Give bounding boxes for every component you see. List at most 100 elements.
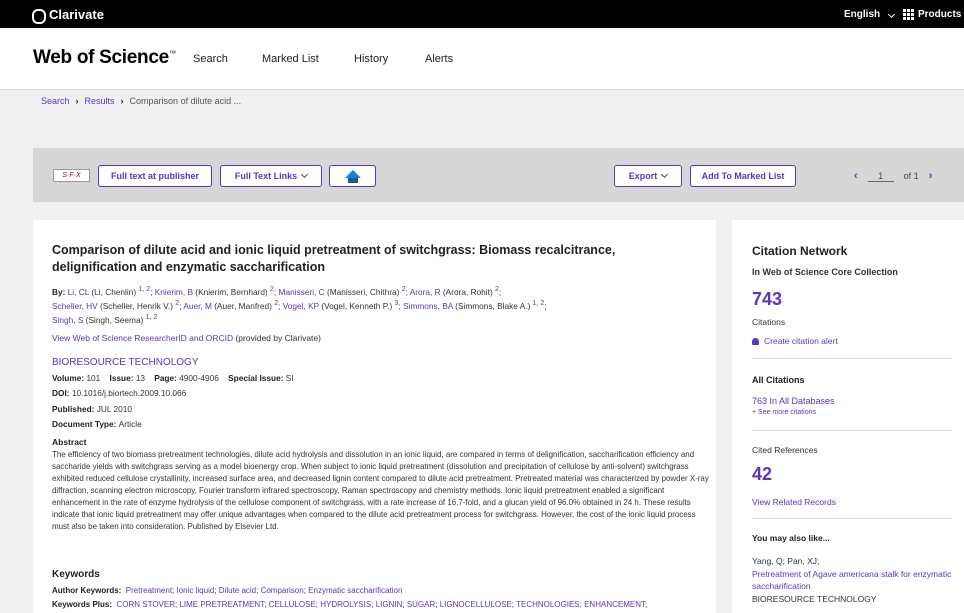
author-full-name: (Vogel, Kenneth P.) bbox=[319, 300, 395, 311]
upload-button[interactable] bbox=[329, 165, 376, 187]
bell-icon bbox=[752, 338, 759, 345]
language-label: English bbox=[844, 9, 881, 20]
author-link[interactable]: Manisseri, C bbox=[279, 287, 325, 297]
top-bar: Clarivate English Products bbox=[0, 0, 964, 28]
author-link[interactable]: Auer, M bbox=[183, 301, 212, 311]
special-issue-value: SI bbox=[285, 373, 294, 383]
recommendation-title-link[interactable]: Pretreatment of Agave americana stalk fo… bbox=[752, 568, 952, 592]
page-input[interactable]: 1 bbox=[867, 171, 894, 182]
nav-marked-list[interactable]: Marked List bbox=[262, 53, 319, 65]
author-link[interactable]: Singh, S bbox=[52, 314, 83, 324]
keyword-link[interactable]: LIGNIN bbox=[376, 600, 403, 609]
keyword-link[interactable]: CELLULOSE bbox=[269, 600, 316, 609]
export-button[interactable]: Export bbox=[614, 165, 682, 187]
author-link[interactable]: Knierim, B bbox=[155, 287, 193, 297]
doi-row: DOI: 10.1016/j.biortech.2009.10.066 bbox=[52, 388, 186, 398]
view-related-records-link[interactable]: View Related Records bbox=[752, 497, 836, 507]
keyword-link[interactable]: HYDROLYSIS bbox=[320, 600, 371, 609]
breadcrumb-search[interactable]: Search bbox=[41, 96, 70, 106]
issue-value: 13 bbox=[135, 373, 146, 383]
nav-alerts[interactable]: Alerts bbox=[425, 53, 453, 65]
clarivate-brand: Clarivate bbox=[49, 7, 104, 22]
clarivate-logo[interactable]: Clarivate bbox=[32, 7, 104, 24]
keyword-link[interactable]: LIME PRETREATMENT bbox=[179, 600, 264, 609]
prev-page-icon[interactable]: ‹ bbox=[854, 170, 858, 182]
keyword-link[interactable]: Pretreatment bbox=[126, 586, 172, 595]
citations-count[interactable]: 743 bbox=[752, 289, 782, 310]
keywords-heading: Keywords bbox=[52, 569, 100, 580]
author-link[interactable]: Simmons, BA bbox=[403, 301, 453, 311]
keywords-plus-label: Keywords Plus: bbox=[52, 600, 113, 609]
chevron-down-icon bbox=[661, 170, 669, 179]
see-more-citations-link[interactable]: + See more citations bbox=[752, 409, 816, 416]
grid-icon bbox=[903, 9, 914, 20]
journal-link[interactable]: BIORESOURCE TECHNOLOGY bbox=[52, 357, 199, 368]
divider bbox=[752, 430, 952, 431]
nav-history[interactable]: History bbox=[354, 53, 388, 65]
by-label: By: bbox=[52, 286, 66, 297]
create-citation-alert[interactable]: Create citation alert bbox=[752, 336, 838, 346]
full-text-links-button[interactable]: Full Text Links bbox=[220, 165, 322, 187]
nav-search[interactable]: Search bbox=[193, 53, 228, 65]
author-link[interactable]: Scheller, HV bbox=[52, 301, 98, 311]
author-full-name: (Arora, Rohit) bbox=[440, 286, 496, 297]
create-citation-alert-label: Create citation alert bbox=[764, 336, 838, 346]
export-label: Export bbox=[628, 171, 658, 181]
researcher-id-row: View Web of Science ResearcherID and ORC… bbox=[52, 333, 321, 343]
keyword-link[interactable]: LIGNOCELLULOSE bbox=[440, 600, 512, 609]
core-collection-label: In Web of Science Core Collection bbox=[752, 267, 898, 277]
keyword-link[interactable]: CORN STOVER bbox=[116, 600, 175, 609]
keyword-link[interactable]: Dilute acid bbox=[219, 586, 256, 595]
products-menu[interactable]: Products bbox=[903, 9, 961, 20]
doctype-label: Document Type: bbox=[52, 419, 117, 429]
keyword-link[interactable]: Enzymatic saccharification bbox=[308, 586, 402, 595]
author-full-name: (Scheller, Henrik V.) bbox=[97, 300, 176, 311]
researcher-id-provider: (provided by Clarivate) bbox=[233, 333, 321, 343]
abstract-heading: Abstract bbox=[52, 437, 87, 447]
upload-arrow-icon bbox=[344, 170, 361, 183]
author-affiliation-ref[interactable]: 1, 2 bbox=[138, 286, 150, 293]
doi-value: 10.1016/j.biortech.2009.10.066 bbox=[71, 388, 187, 398]
author-link[interactable]: Arora, R bbox=[410, 287, 441, 297]
divider bbox=[752, 358, 952, 359]
add-marked-list-label: Add To Marked List bbox=[701, 171, 785, 181]
next-page-icon[interactable]: › bbox=[929, 170, 933, 182]
author-link[interactable]: Li, CL bbox=[68, 287, 89, 297]
breadcrumb: Search › Results › Comparison of dilute … bbox=[41, 96, 241, 106]
volume-value: 101 bbox=[86, 373, 101, 383]
published-row: Published: JUL 2010 bbox=[52, 404, 132, 414]
researcher-id-link[interactable]: View Web of Science ResearcherID and ORC… bbox=[52, 333, 233, 343]
divider bbox=[752, 518, 952, 519]
author-full-name: (Li, Chenlin) bbox=[89, 286, 139, 297]
abstract-text: The efficiency of two biomass pretreatme… bbox=[52, 450, 709, 531]
page-label: Page: bbox=[154, 373, 177, 383]
author-affiliation-ref[interactable]: 1, 2 bbox=[146, 314, 158, 321]
language-selector[interactable]: English bbox=[844, 9, 895, 20]
author-keywords-row: Author Keywords: Pretreatment; Ionic liq… bbox=[52, 586, 402, 595]
volume-row: Volume: 101 Issue: 13 Page: 4900-4906 Sp… bbox=[52, 373, 294, 383]
full-text-publisher-button[interactable]: Full text at publisher bbox=[98, 165, 212, 187]
wos-logo[interactable]: Web of Science™ bbox=[33, 47, 176, 69]
keyword-link[interactable]: Ionic liquid bbox=[177, 586, 215, 595]
cited-references-count[interactable]: 42 bbox=[752, 464, 772, 485]
page-total: of 1 bbox=[903, 171, 919, 181]
breadcrumb-separator: › bbox=[75, 96, 79, 106]
author-affiliation-ref[interactable]: 1, 2 bbox=[533, 300, 545, 307]
add-marked-list-button[interactable]: Add To Marked List bbox=[690, 165, 796, 187]
keyword-link[interactable]: Comparison bbox=[261, 586, 304, 595]
keyword-link[interactable]: SUGAR bbox=[407, 600, 435, 609]
author-link[interactable]: Vogel, KP bbox=[283, 301, 319, 311]
you-may-also-like-heading: You may also like... bbox=[752, 533, 830, 543]
keywords-plus-row: Keywords Plus: CORN STOVER; LIME PRETREA… bbox=[52, 600, 647, 609]
author-full-name: (Singh, Seema) bbox=[83, 314, 146, 325]
keyword-link[interactable]: TECHNOLOGIES bbox=[516, 600, 580, 609]
keyword-link[interactable]: ENHANCEMENT bbox=[584, 600, 645, 609]
full-text-links-label: Full Text Links bbox=[234, 171, 298, 181]
sfx-button[interactable]: S·F·X bbox=[53, 169, 90, 182]
author-full-name: (Manisseri, Chithra) bbox=[324, 286, 402, 297]
published-value: JUL 2010 bbox=[96, 404, 132, 414]
recommendation-journal: BIORESOURCE TECHNOLOGY bbox=[752, 594, 877, 604]
record-card: Comparison of dilute acid and ionic liqu… bbox=[33, 220, 716, 613]
all-databases-link[interactable]: 763 In All Databases bbox=[752, 396, 835, 406]
breadcrumb-results[interactable]: Results bbox=[85, 96, 115, 106]
